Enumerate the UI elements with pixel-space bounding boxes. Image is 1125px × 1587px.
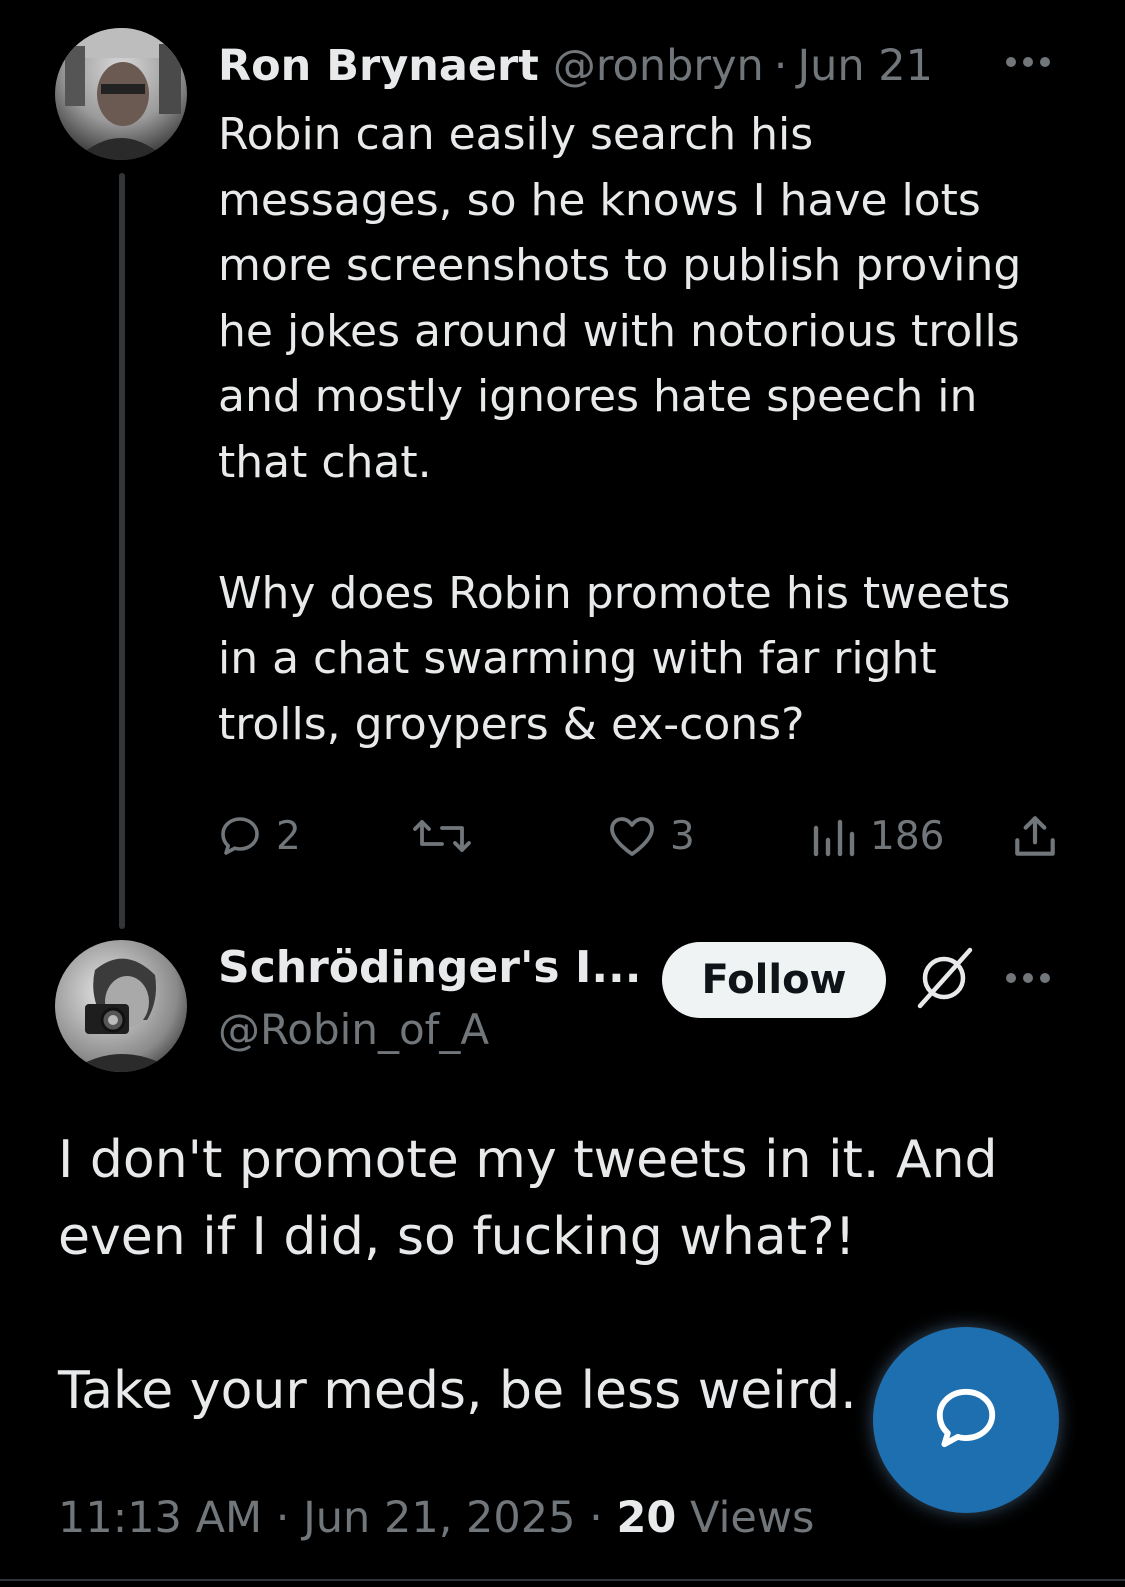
views-icon — [812, 812, 858, 860]
reply-button[interactable]: 2 — [216, 804, 301, 868]
repost-icon — [412, 812, 472, 860]
footer-separator: · — [589, 1493, 603, 1543]
reply-tweet-footer: 11:13 AM · Jun 21, 2025 · 20 Views — [58, 1488, 814, 1548]
views-count: 186 — [870, 813, 945, 859]
compose-reply-icon — [929, 1381, 1003, 1459]
more-icon[interactable] — [998, 958, 1058, 998]
header-separator: · — [773, 41, 788, 91]
reply-author-name[interactable]: Schrödinger's I... — [218, 938, 641, 998]
views-count[interactable]: 20 — [616, 1493, 676, 1543]
reply-count: 2 — [276, 813, 301, 859]
thread-connector-line — [119, 173, 125, 929]
tweet-time[interactable]: 11:13 AM — [58, 1493, 262, 1543]
tweet-date[interactable]: Jun 21 — [797, 38, 933, 94]
author-handle[interactable]: @ronbryn — [553, 38, 764, 94]
follow-button[interactable]: Follow — [662, 942, 886, 1018]
parent-tweet-header: Ron Brynaert @ronbryn · Jun 21 — [218, 38, 933, 94]
author-name[interactable]: Ron Brynaert — [218, 38, 539, 94]
views-label[interactable]: Views — [690, 1493, 814, 1543]
avatar-ron-brynaert[interactable] — [55, 28, 187, 160]
share-button[interactable] — [1010, 804, 1060, 868]
parent-tweet-text: Robin can easily search his messages, so… — [218, 109, 1022, 750]
reply-author-handle[interactable]: @Robin_of_A — [218, 1002, 489, 1058]
like-button[interactable]: 3 — [606, 804, 695, 868]
tweet-full-date[interactable]: Jun 21, 2025 — [303, 1493, 575, 1543]
bottom-divider — [0, 1579, 1125, 1581]
more-icon[interactable] — [998, 42, 1058, 82]
no-sign-icon[interactable] — [912, 946, 976, 1010]
avatar-robin-of-a[interactable] — [55, 940, 187, 1072]
compose-reply-button[interactable] — [873, 1327, 1059, 1513]
reply-icon — [216, 812, 264, 860]
footer-separator: · — [275, 1493, 290, 1543]
like-icon — [606, 812, 658, 860]
repost-button[interactable] — [412, 804, 484, 868]
views-button[interactable]: 186 — [812, 804, 944, 868]
like-count: 3 — [670, 813, 695, 859]
share-icon — [1010, 811, 1060, 861]
